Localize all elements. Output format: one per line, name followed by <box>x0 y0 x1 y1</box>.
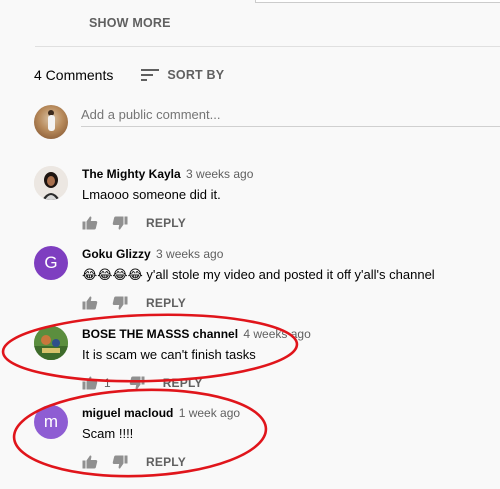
comment-author[interactable]: BOSE THE MASSS channel <box>82 327 238 341</box>
avatar[interactable] <box>34 166 68 200</box>
comment-count: 4 Comments <box>34 67 114 83</box>
avatar[interactable]: m <box>34 405 68 439</box>
comment-text: Scam !!!! <box>82 426 134 441</box>
comment-time[interactable]: 3 weeks ago <box>156 247 223 261</box>
comment-text: 😂😂😂😂 y'all stole my video and posted it … <box>82 267 435 282</box>
comment-text: It is scam we can't finish tasks <box>82 347 256 362</box>
comment-time[interactable]: 1 week ago <box>179 406 240 420</box>
comment-author[interactable]: The Mighty Kayla <box>82 167 181 181</box>
thumbs-down-icon[interactable] <box>129 375 145 391</box>
section-divider <box>35 46 500 47</box>
current-user-avatar <box>34 105 68 139</box>
sort-by-label: SORT BY <box>167 68 225 82</box>
description-box-edge <box>255 0 500 3</box>
add-comment-input[interactable]: Add a public comment... <box>81 104 500 127</box>
thumbs-up-icon[interactable] <box>82 454 98 470</box>
thumbs-down-icon[interactable] <box>112 295 128 311</box>
thumbs-up-icon[interactable] <box>82 215 98 231</box>
thumbs-down-icon[interactable] <box>112 454 128 470</box>
like-count: 1 <box>104 376 111 390</box>
thumbs-up-icon[interactable] <box>82 295 98 311</box>
comment-time[interactable]: 4 weeks ago <box>243 327 310 341</box>
comment-author[interactable]: Goku Glizzy <box>82 247 151 261</box>
comments-header: 4 Comments SORT BY <box>34 66 224 84</box>
reply-button[interactable]: REPLY <box>163 376 203 390</box>
reply-button[interactable]: REPLY <box>146 455 186 469</box>
comment-text: Lmaooo someone did it. <box>82 187 221 202</box>
comment-author[interactable]: miguel macloud <box>82 406 173 420</box>
sort-icon <box>141 69 160 81</box>
thumbs-up-icon[interactable] <box>82 375 98 391</box>
comment-time[interactable]: 3 weeks ago <box>186 167 253 181</box>
thumbs-down-icon[interactable] <box>112 215 128 231</box>
reply-button[interactable]: REPLY <box>146 296 186 310</box>
show-more-button[interactable]: SHOW MORE <box>89 16 171 30</box>
avatar[interactable] <box>34 326 68 360</box>
avatar-letter: m <box>43 412 59 431</box>
avatar-letter: G <box>44 253 58 272</box>
sort-by-button[interactable]: SORT BY <box>141 68 224 82</box>
reply-button[interactable]: REPLY <box>146 216 186 230</box>
avatar[interactable]: G <box>34 246 68 280</box>
